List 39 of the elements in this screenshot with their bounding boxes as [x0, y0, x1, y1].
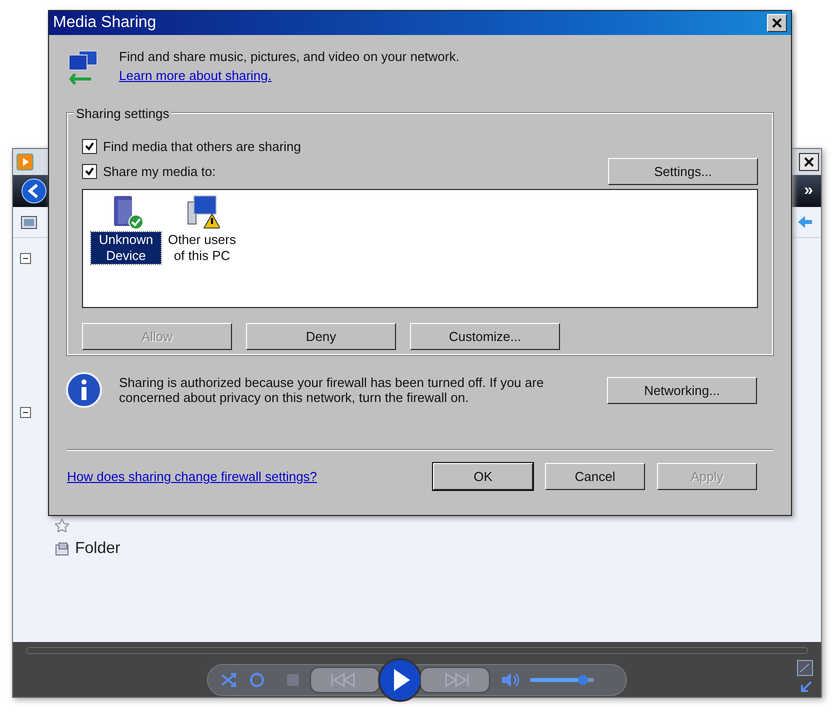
group-title: Sharing settings	[74, 106, 172, 121]
back-icon[interactable]	[21, 178, 47, 204]
close-button[interactable]	[799, 153, 819, 171]
library-item[interactable]: Folder	[75, 540, 120, 558]
help-link[interactable]: How does sharing change firewall settings?	[67, 469, 318, 484]
intro-text: Find and share music, pictures, and video on your network.	[119, 49, 460, 64]
device-action-button[interactable]: Deny	[246, 323, 396, 350]
info-icon	[65, 371, 103, 409]
collapse-toggle[interactable]	[20, 407, 31, 418]
folder-icon	[55, 542, 69, 556]
previous-icon[interactable]	[310, 667, 380, 693]
checkmark-icon	[85, 167, 94, 176]
checkbox-label: Share my media to:	[103, 164, 216, 179]
next-icon[interactable]	[420, 667, 490, 693]
checkbox[interactable]	[82, 138, 97, 154]
volume-slider[interactable]	[530, 678, 594, 682]
checkbox-label: Find media that others are sharing	[103, 138, 301, 154]
learn-more-link[interactable]: Learn more about sharing.	[119, 68, 460, 83]
more-button[interactable]: »	[804, 182, 813, 200]
checkmark-icon	[85, 142, 94, 150]
dialog-button[interactable]: Cancel	[545, 463, 645, 490]
picture-icon[interactable]	[797, 660, 813, 676]
device-action-button[interactable]: Customize...	[410, 323, 560, 350]
checkbox[interactable]	[82, 164, 97, 179]
close-icon	[772, 18, 782, 28]
networking-button[interactable]: Networking...	[607, 376, 757, 404]
play-icon[interactable]	[378, 658, 422, 702]
player-logo-icon	[16, 153, 34, 171]
arrow-icon[interactable]	[797, 215, 813, 229]
collapse-toggle[interactable]	[20, 253, 31, 264]
window-title: Media Sharing	[53, 14, 156, 32]
device-item[interactable]: Unknown Device	[91, 232, 161, 264]
star-icon	[55, 518, 69, 532]
close-icon	[804, 157, 814, 167]
settings-button[interactable]: Settings...	[608, 158, 758, 185]
device-item[interactable]: Other users of this PC	[167, 232, 237, 264]
dialog-button[interactable]: OK	[433, 463, 533, 490]
info-text: Sharing is authorized because your firewall has been turned off. If you are concerned about privacy on this network, turn the firewall on.	[119, 375, 545, 405]
picture-icon[interactable]	[21, 216, 37, 228]
